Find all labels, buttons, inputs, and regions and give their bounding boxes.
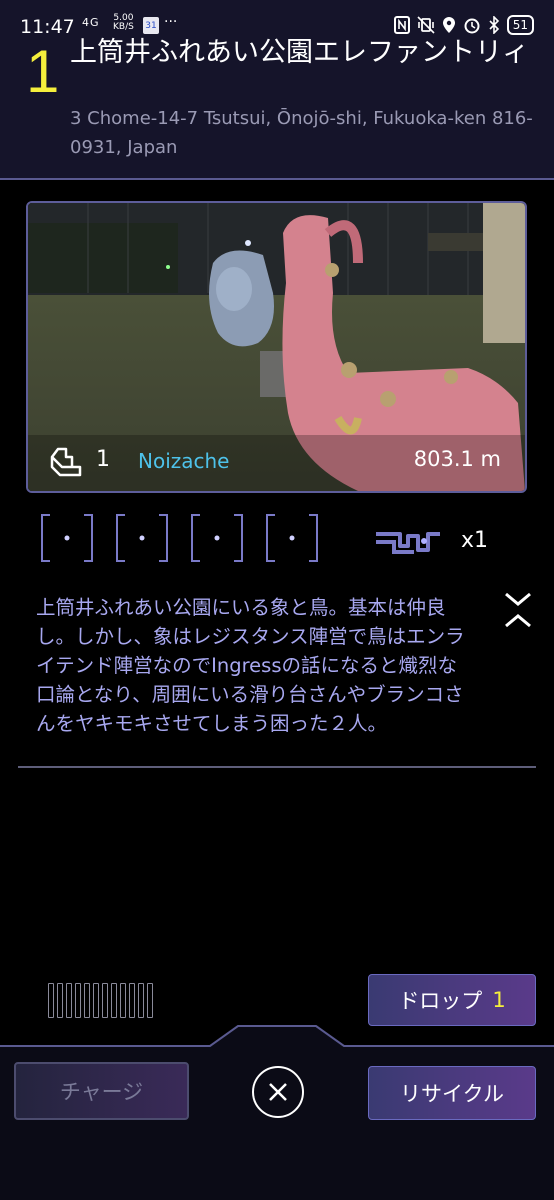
- mod-slot[interactable]: [190, 513, 244, 563]
- network-indicator: 4G: [82, 16, 100, 29]
- charge-button[interactable]: チャージ: [14, 1062, 189, 1120]
- drop-label: ドロップ: [398, 989, 483, 1013]
- mod-slot[interactable]: [115, 513, 169, 563]
- mod-slot[interactable]: [265, 513, 319, 563]
- mod-slot[interactable]: [40, 513, 94, 563]
- collapse-icon[interactable]: [500, 590, 536, 630]
- status-time: 11:47: [20, 16, 75, 38]
- portal-mod-icon[interactable]: [374, 526, 444, 556]
- drop-button[interactable]: ドロップ 1: [368, 974, 536, 1026]
- portal-address[interactable]: 3 Chome-14-7 Tsutsui, Ōnojō-shi, Fukuoka…: [70, 104, 540, 162]
- portal-name: 上筒井ふれあい公園エレファントリィ: [70, 37, 529, 68]
- portal-info-row: 1 Noizache 803.1 m: [28, 435, 525, 491]
- status-icons: 51: [393, 15, 534, 35]
- inventory-bar-indicator: [48, 983, 153, 1018]
- bluetooth-icon: [489, 16, 499, 34]
- portal-photo[interactable]: 1 Noizache 803.1 m: [26, 201, 527, 493]
- key-count: 1: [96, 447, 110, 472]
- recycle-button[interactable]: リサイクル: [368, 1066, 536, 1120]
- portal-level: 1: [26, 38, 60, 105]
- key-icon: [50, 447, 82, 477]
- mod-slots: [40, 513, 319, 563]
- portal-owner[interactable]: Noizache: [138, 449, 229, 473]
- close-button[interactable]: [252, 1066, 304, 1118]
- battery-indicator: 51: [506, 15, 534, 35]
- network-speed: 5.00 KB/S: [113, 13, 134, 32]
- drop-count: 1: [492, 988, 506, 1012]
- calendar-icon: 31: [143, 17, 159, 34]
- status-bar: 11:47 4G 5.00 KB/S 31 ··· 51: [0, 0, 554, 40]
- portal-distance: 803.1 m: [413, 447, 501, 471]
- close-icon: [269, 1083, 287, 1101]
- alarm-icon: [464, 18, 480, 34]
- vibrate-icon: [417, 16, 435, 34]
- footer-border: [0, 1025, 554, 1047]
- portal-description: 上筒井ふれあい公園にいる象と鳥。基本は仲良し。しかし、象はレジスタンス陣営で鳥は…: [36, 596, 465, 735]
- location-icon: [442, 17, 455, 33]
- portal-mod-count: x1: [461, 528, 489, 553]
- nfc-icon: [393, 16, 410, 34]
- divider: [18, 766, 536, 768]
- portal-header: 1 上筒井ふれあい公園エレファントリィ 3 Chome-14-7 Tsutsui…: [0, 37, 554, 180]
- more-notifications-icon: ···: [164, 14, 178, 30]
